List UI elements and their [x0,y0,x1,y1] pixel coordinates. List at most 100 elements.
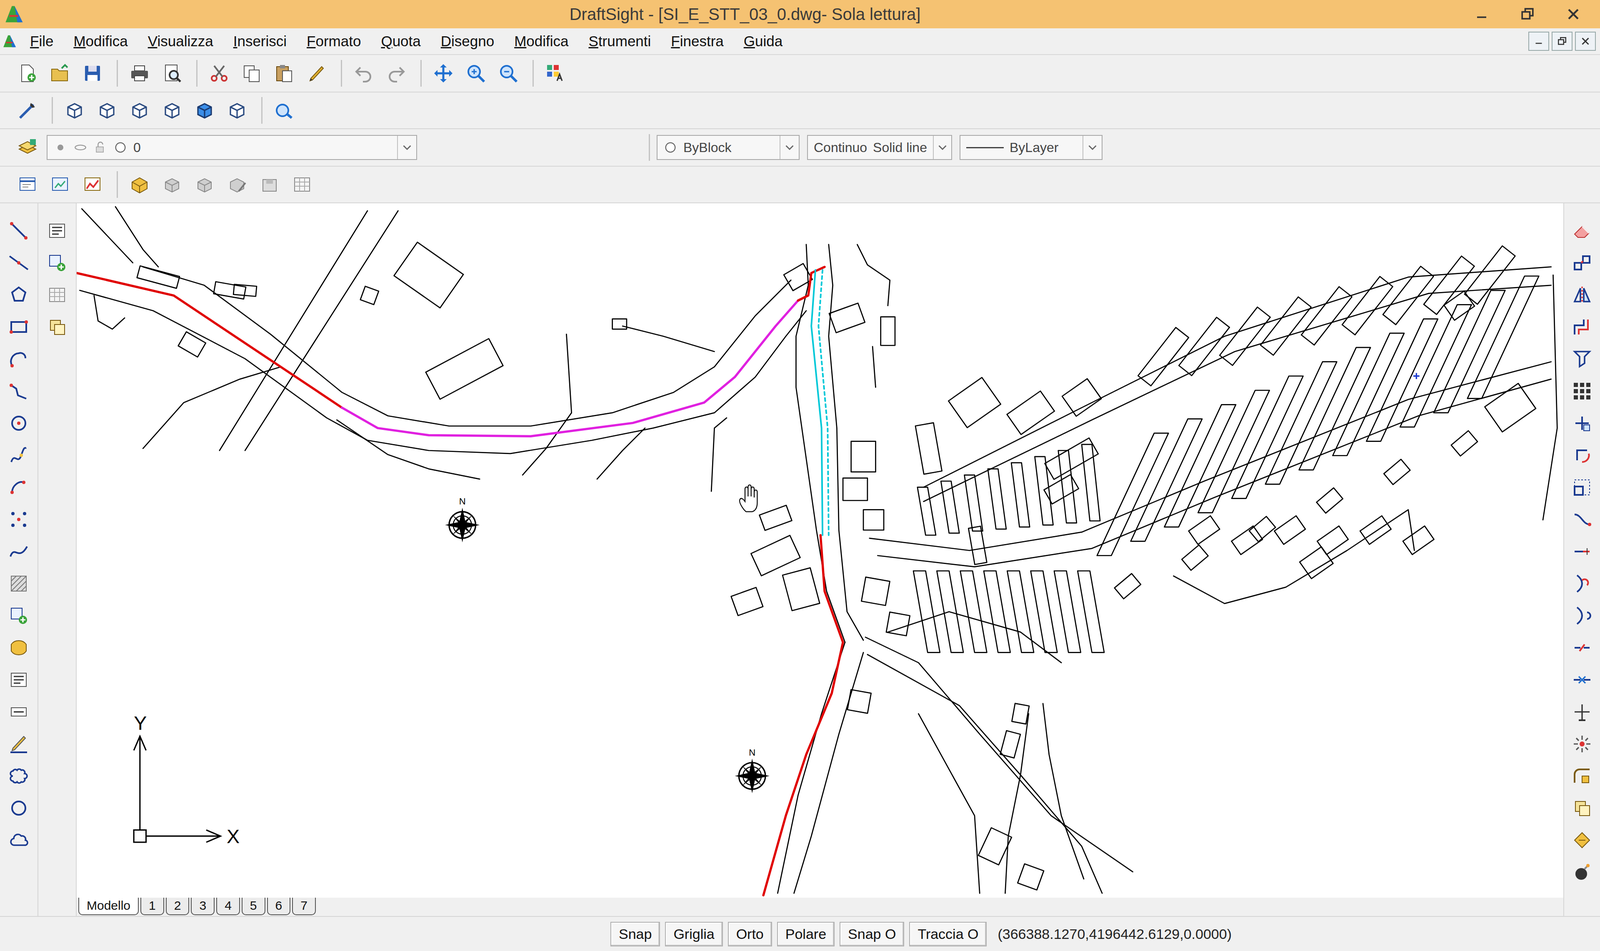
cloud-button[interactable] [3,825,34,856]
menu-item[interactable]: Disegno [430,30,505,53]
polygon-button[interactable] [3,280,34,310]
wipeout-button[interactable] [3,793,34,824]
explode-button[interactable] [1567,729,1598,760]
layout-tab[interactable]: 1 [140,897,165,916]
move-button[interactable] [1567,408,1598,439]
block-table-button[interactable] [287,169,318,200]
line-button[interactable] [3,215,34,246]
rectangle-button[interactable] [3,312,34,343]
dropdown-arrow[interactable] [779,135,799,160]
save-button[interactable] [77,58,108,89]
view-cube-button[interactable] [222,95,253,126]
open-folder-button[interactable] [45,58,75,89]
layout-tab[interactable]: 6 [267,897,291,916]
insert-block-button[interactable] [42,247,73,278]
join-button[interactable] [1567,665,1598,695]
pattern-button[interactable] [1567,344,1598,375]
status-toggle[interactable]: Griglia [665,922,723,947]
menu-item[interactable]: Inserisci [223,30,297,53]
zoom-previous-button[interactable] [493,58,524,89]
rotate-button[interactable] [1567,440,1598,471]
pan-button[interactable] [428,58,459,89]
model-canvas[interactable]: NNXY [76,203,1564,898]
block-save-button[interactable] [254,169,285,200]
region-button[interactable] [3,632,34,663]
cut-button[interactable] [204,58,235,89]
status-toggle[interactable]: Orto [727,922,773,947]
break-button[interactable] [1567,632,1598,663]
layer-dropdown[interactable]: 0 [46,135,418,160]
menu-item[interactable]: Finestra [660,30,734,53]
status-toggle[interactable]: Snap O [839,922,905,947]
format-painter-button[interactable] [301,58,332,89]
chamfer-button[interactable] [1567,697,1598,728]
print-button[interactable] [124,58,155,89]
block-grey-button[interactable] [157,169,188,200]
dropdown-arrow[interactable] [1082,135,1102,160]
layout-tab[interactable]: 7 [292,897,316,916]
eraser-button[interactable] [1567,215,1598,246]
map-drawing[interactable]: NNXY [76,203,1564,898]
revision-cloud-button[interactable] [3,761,34,792]
window-min-button[interactable] [1460,1,1503,27]
dropdown-arrow[interactable] [932,135,952,160]
menu-item[interactable]: Strumenti [578,30,662,53]
block-table-button[interactable] [42,280,73,310]
stretch-button[interactable] [1567,504,1598,535]
fillet-button[interactable] [1567,761,1598,792]
offset-button[interactable] [1567,312,1598,343]
copy-entity-button[interactable] [1567,247,1598,278]
view-cube-button[interactable] [124,95,155,126]
block-edit-button[interactable] [222,169,253,200]
circle-button[interactable] [3,408,34,439]
status-toggle[interactable]: Polare [777,922,835,947]
view-cube-button[interactable] [92,95,123,126]
note-button[interactable] [3,665,34,695]
document-window-min-button[interactable] [1528,31,1550,51]
view-cube-blue-button[interactable] [189,95,220,126]
pick-button[interactable] [12,95,43,126]
ellipse-arc-button[interactable] [3,472,34,503]
lineweight-dropdown[interactable]: ByLayer [959,135,1103,160]
color-dropdown[interactable]: ByBlock [656,135,800,160]
array-button[interactable] [1567,376,1598,407]
status-toggle[interactable]: Snap [610,922,660,947]
menu-item[interactable]: Modifica [63,30,138,53]
sheet-chart-button[interactable] [77,169,108,200]
trim-button[interactable] [1567,568,1598,599]
layout-sheet-2-button[interactable] [45,169,75,200]
note-button[interactable] [42,215,73,246]
layout-tab[interactable]: 4 [216,897,240,916]
lengthen-button[interactable] [1567,536,1598,567]
block-gold-button[interactable] [124,169,155,200]
edit-poly-button[interactable] [42,312,73,343]
arc-button[interactable] [3,344,34,375]
menu-item[interactable]: Formato [296,30,371,53]
scale-button[interactable] [1567,472,1598,503]
layer-manager-button[interactable] [12,132,43,163]
menu-item[interactable]: Visualizza [137,30,224,53]
menu-item[interactable]: Modifica [504,30,579,53]
hatch-button[interactable] [3,568,34,599]
layout-tab[interactable]: Modello [78,897,139,916]
layout-tab[interactable]: 2 [165,897,190,916]
menu-item[interactable]: Quota [370,30,431,53]
infinite-line-button[interactable] [3,247,34,278]
window-close-button[interactable] [1552,1,1595,27]
points-button[interactable] [3,504,34,535]
document-window-restore-button[interactable] [1551,31,1573,51]
menu-item[interactable]: Guida [733,30,793,53]
view-cube-button[interactable] [157,95,188,126]
undo-button[interactable] [348,58,379,89]
insert-block-button[interactable] [3,600,34,631]
edit-hatch-button[interactable] [1567,825,1598,856]
status-toggle[interactable]: Traccia O [909,922,987,947]
named-views-button[interactable] [269,95,300,126]
spline-button[interactable] [3,440,34,471]
print-preview-button[interactable] [157,58,188,89]
pencil-edit-button[interactable] [3,729,34,760]
layout-tab[interactable]: 3 [190,897,215,916]
layout-sheet-button[interactable] [12,169,43,200]
copy-button[interactable] [236,58,267,89]
edit-poly-button[interactable] [1567,793,1598,824]
